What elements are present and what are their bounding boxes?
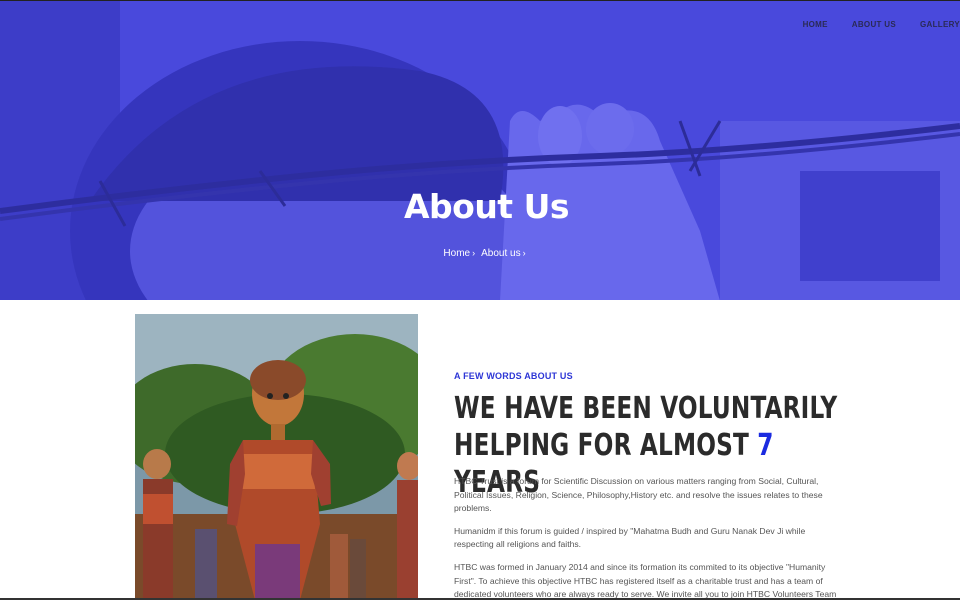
nav-about-us[interactable]: ABOUT US [838, 20, 906, 29]
about-photo [135, 314, 418, 600]
nav-home[interactable]: HOME [789, 20, 838, 29]
headline-years-number: 7 [757, 428, 774, 463]
chevron-right-icon: › [472, 248, 476, 258]
about-paragraph: Humanidm if this forum is guided / inspi… [454, 525, 806, 550]
nav-gallery[interactable]: GALLERY [906, 20, 960, 29]
section-eyebrow: A FEW WORDS ABOUT US [454, 371, 573, 381]
breadcrumb-current: About us [481, 248, 521, 259]
chevron-right-icon: › [522, 248, 526, 258]
page-title: About Us [403, 187, 570, 226]
headline-line-2: HELPING FOR ALMOST [454, 428, 758, 463]
sculpture-image [135, 314, 418, 600]
headline-line-1: WE HAVE BEEN VOLUNTARILY [454, 391, 838, 426]
hero-banner: HOME ABOUT US GALLERY About Us Home › Abou… [0, 0, 960, 300]
breadcrumb-home-link[interactable]: Home [443, 248, 470, 259]
breadcrumb: Home › About us › [0, 248, 960, 259]
about-paragraph: HTBC Trust is a forum for Scientific Dis… [454, 476, 823, 514]
top-navigation: HOME ABOUT US GALLERY [789, 20, 960, 29]
about-paragraphs: HTBC Trust is a forum for Scientific Dis… [454, 475, 844, 600]
about-paragraph: HTBC was formed in January 2014 and sinc… [454, 561, 837, 600]
